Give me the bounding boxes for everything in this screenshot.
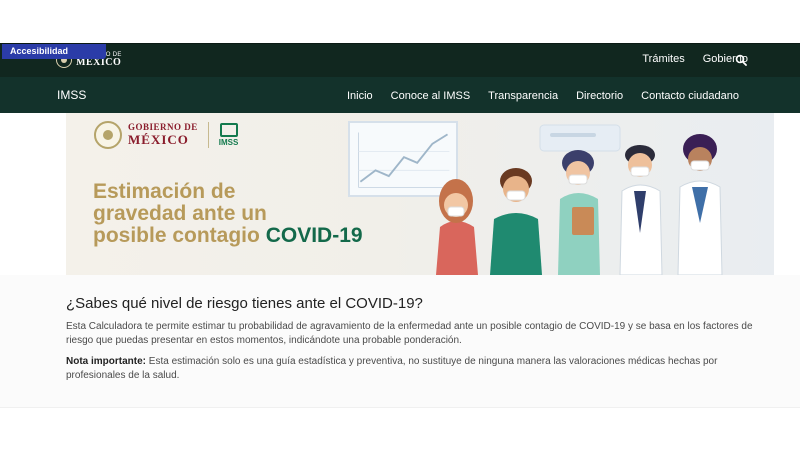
person-nurse-icon [558,150,600,275]
nav-item-conoce[interactable]: Conoce al IMSS [391,90,470,102]
mexico-seal-icon [94,121,122,149]
banner-gob-big: MÉXICO [128,131,189,147]
gob-logo-big: MÉXICO [76,57,122,68]
person-woman-icon [436,179,478,275]
calculator-description: Esta Calculadora te permite estimar tu p… [66,321,753,346]
health-workers-illustration [436,124,723,275]
imss-emblem-icon [219,123,238,137]
risk-question-heading: ¿Sabes qué nivel de riesgo tienes ante e… [66,295,423,312]
important-note-label: Nota importante: [66,356,146,367]
banner-logo: GOBIERNO DE MÉXICO IMSS [94,121,238,149]
banner-gob-text: GOBIERNO DE MÉXICO [128,122,198,147]
banner-title-line3: posible contagio COVID-19 [93,225,413,247]
banner-logo-divider [207,122,209,148]
content-divider [0,407,800,408]
imss-logo-label: IMSS [218,138,239,147]
nav-brand-imss[interactable]: IMSS [57,88,86,102]
nav-item-transparencia[interactable]: Transparencia [488,90,558,102]
page: Accesibilidad GOBIERNO DE MÉXICO Trámite… [0,0,800,450]
nav-item-inicio[interactable]: Inicio [347,90,373,102]
important-note-text: Esta estimación solo es una guía estadís… [66,356,718,381]
top-links: Trámites Gobierno [642,53,748,65]
hero-banner: GOBIERNO DE MÉXICO IMSS Estimación de gr… [66,113,774,275]
person-doctor-icon [619,145,663,275]
accessibility-button[interactable]: Accesibilidad [2,44,106,59]
search-icon[interactable] [735,54,747,66]
main-nav-items: Inicio Conoce al IMSS Transparencia Dire… [347,90,739,102]
person-doctor-woman-icon [677,134,723,275]
important-note: Nota importante: Esta estimación solo es… [66,355,766,383]
banner-title-highlight: COVID-19 [265,224,363,247]
person-man-icon [490,168,542,275]
banner-title-line2: gravedad ante un [93,202,267,225]
banner-title-line3-prefix: posible contagio [93,224,260,247]
top-link-tramites[interactable]: Trámites [642,53,684,65]
imss-logo: IMSS [218,123,239,147]
nav-item-contacto[interactable]: Contacto ciudadano [641,90,739,102]
nav-item-directorio[interactable]: Directorio [576,90,623,102]
